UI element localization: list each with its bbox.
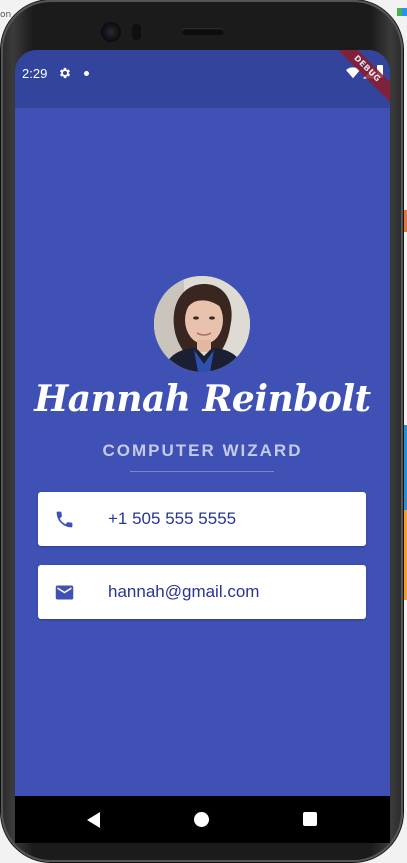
- front-camera: [101, 22, 121, 42]
- phone-number: +1 505 555 5555: [108, 509, 237, 528]
- profile-title: COMPUTER WIZARD: [102, 441, 303, 460]
- front-sensor: [132, 24, 141, 40]
- background-tile: [402, 8, 407, 16]
- divider: [130, 471, 274, 472]
- background-window-text: on: [0, 10, 12, 20]
- email-address: hannah@gmail.com: [108, 582, 260, 601]
- app-screen: 2:29 DEBUG Hannah Reinbolt COMPUTER WIZA…: [15, 50, 390, 843]
- phone-card[interactable]: +1 505 555 5555: [38, 492, 366, 546]
- profile-name: Hannah Reinbolt: [34, 378, 371, 420]
- gear-icon: [59, 67, 71, 79]
- earpiece-speaker: [182, 28, 224, 35]
- back-icon[interactable]: [87, 812, 100, 828]
- avatar-photo: [154, 276, 250, 372]
- debug-banner: DEBUG: [330, 50, 390, 106]
- recents-icon[interactable]: [303, 812, 317, 826]
- avatar: [154, 276, 250, 372]
- notification-dot-icon: [84, 71, 89, 76]
- status-time: 2:29: [22, 66, 48, 81]
- email-card[interactable]: hannah@gmail.com: [38, 565, 366, 619]
- navigation-bar: [15, 796, 390, 843]
- phone-icon: [56, 511, 73, 528]
- email-icon: [55, 585, 74, 600]
- status-bar: 2:29 DEBUG: [15, 50, 390, 108]
- home-icon[interactable]: [194, 812, 209, 827]
